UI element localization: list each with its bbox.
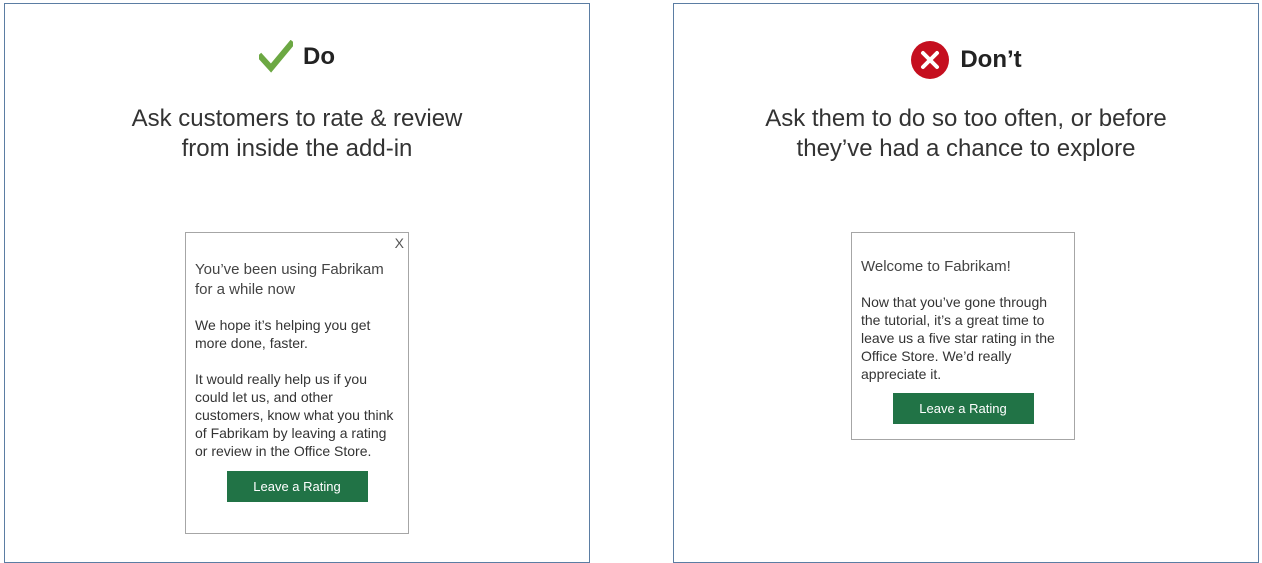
dont-headline-line2: they’ve had a chance to explore [796,135,1136,162]
dont-headline: Ask them to do so too often, or before t… [674,104,1258,164]
dont-headline-line1: Ask them to do so too often, or before [765,105,1167,132]
rating-dialog-good: X You’ve been using Fabrikam for a while… [185,232,409,534]
dont-panel: Don’t Ask them to do so too often, or be… [673,3,1259,563]
dialog-paragraph: We hope it’s helping you get more done, … [195,317,371,351]
do-headline: Ask customers to rate & review from insi… [5,104,589,164]
error-x-icon [911,41,950,79]
do-label: Do [303,43,335,70]
dialog-title: You’ve been using Fabrikam for a while n… [195,261,384,298]
leave-rating-button[interactable]: Leave a Rating [892,393,1034,424]
dont-label: Don’t [960,46,1022,73]
dialog-title: Welcome to Fabrikam! [861,258,1011,275]
rating-dialog-bad: Welcome to Fabrikam! Now that you’ve gon… [851,232,1075,440]
close-button[interactable]: X [395,235,404,251]
do-verdict: Do [5,40,589,74]
dont-verdict: Don’t [674,40,1258,80]
do-panel: Do Ask customers to rate & review from i… [4,3,590,563]
checkmark-icon [259,40,293,73]
do-headline-line2: from inside the add-in [181,135,413,162]
dialog-paragraph: It would really help us if you could let… [195,371,394,459]
dialog-paragraph: Now that you’ve gone through the tutoria… [861,294,1055,382]
do-headline-line1: Ask customers to rate & review [131,105,463,132]
leave-rating-button[interactable]: Leave a Rating [226,471,368,502]
